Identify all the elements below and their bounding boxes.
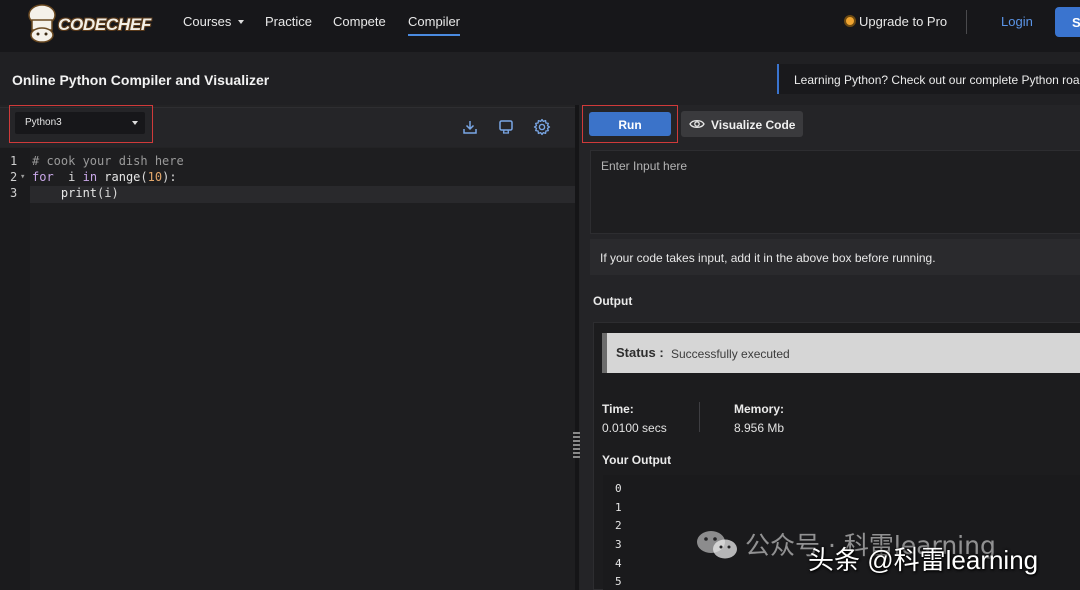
logo-wordmark: CODECHEF (58, 15, 151, 34)
learning-banner[interactable]: Learning Python? Check out our complete … (777, 64, 1080, 94)
output-line: 5 (615, 575, 622, 588)
line-number: 2 (10, 170, 18, 184)
chevron-down-icon (238, 20, 245, 24)
output-line: 3 (615, 538, 622, 551)
nav-divider (966, 10, 967, 34)
visualize-code-button[interactable]: Visualize Code (681, 111, 803, 137)
input-hint-text: If your code takes input, add it in the … (600, 251, 936, 265)
chef-hat-icon (28, 4, 56, 43)
output-line: 0 (615, 482, 622, 495)
login-link[interactable]: Login (1001, 14, 1033, 29)
title-bar: Online Python Compiler and Visualizer Le… (0, 52, 1080, 105)
page-title: Online Python Compiler and Visualizer (12, 72, 270, 88)
share-screen-icon[interactable] (497, 118, 515, 136)
output-heading: Output (593, 294, 633, 308)
status-value: Successfully executed (671, 347, 790, 361)
nav-courses-label: Courses (183, 14, 232, 29)
stdin-input[interactable] (590, 150, 1080, 234)
time-value: 0.0100 secs (602, 421, 667, 435)
line-number-gutter (0, 148, 30, 590)
code-line: print(i) (60, 186, 119, 200)
signup-button[interactable]: S (1055, 7, 1080, 37)
nav-practice[interactable]: Practice (265, 14, 312, 29)
line-number: 3 (10, 186, 18, 200)
memory-value: 8.956 Mb (734, 421, 785, 435)
language-selected-value: Python3 (25, 117, 62, 128)
nav-compete[interactable]: Compete (333, 14, 386, 29)
upgrade-label: Upgrade to Pro (859, 14, 948, 29)
code-line: # cook your dish here (32, 154, 184, 168)
settings-gear-icon[interactable] (533, 118, 551, 136)
your-output-label: Your Output (602, 453, 672, 467)
code-editor[interactable]: 1 2 ▾ 3 # cook your dish here for i in r… (0, 148, 575, 590)
visualize-code-label: Visualize Code (711, 118, 796, 132)
watermark-line2: 头条 @科雷learning (808, 545, 1039, 575)
run-button[interactable]: Run (589, 112, 671, 136)
download-icon[interactable] (461, 118, 479, 136)
metric-divider (699, 402, 700, 432)
top-navigation: CODECHEF Courses Practice Compete Compil… (0, 0, 1080, 52)
fold-toggle-icon[interactable]: ▾ (20, 172, 25, 182)
language-select[interactable]: Python3 (15, 112, 145, 134)
pro-badge-icon (844, 15, 856, 27)
banner-text: Learning Python? Check out our complete … (794, 73, 1080, 87)
status-label: Status : (616, 345, 664, 360)
nav-compiler[interactable]: Compiler (408, 14, 461, 36)
output-line: 1 (615, 501, 622, 514)
output-line: 2 (615, 519, 622, 532)
chevron-down-icon (132, 121, 138, 125)
line-number: 1 (10, 154, 18, 168)
wechat-icon (697, 531, 737, 559)
code-line: for i in range(10): (32, 170, 177, 184)
output-line: 4 (615, 557, 622, 570)
time-label: Time: (602, 402, 634, 416)
panel-divider (575, 105, 579, 590)
input-hint-bar: If your code takes input, add it in the … (590, 239, 1080, 275)
memory-label: Memory: (734, 402, 785, 416)
upgrade-to-pro-link[interactable]: Upgrade to Pro (844, 14, 947, 29)
eye-icon (689, 119, 705, 129)
nav-courses[interactable]: Courses (183, 14, 245, 29)
status-bar: Status : Successfully executed (602, 333, 1080, 373)
codechef-logo[interactable]: CODECHEF (22, 2, 152, 44)
resize-handle[interactable] (573, 432, 580, 460)
